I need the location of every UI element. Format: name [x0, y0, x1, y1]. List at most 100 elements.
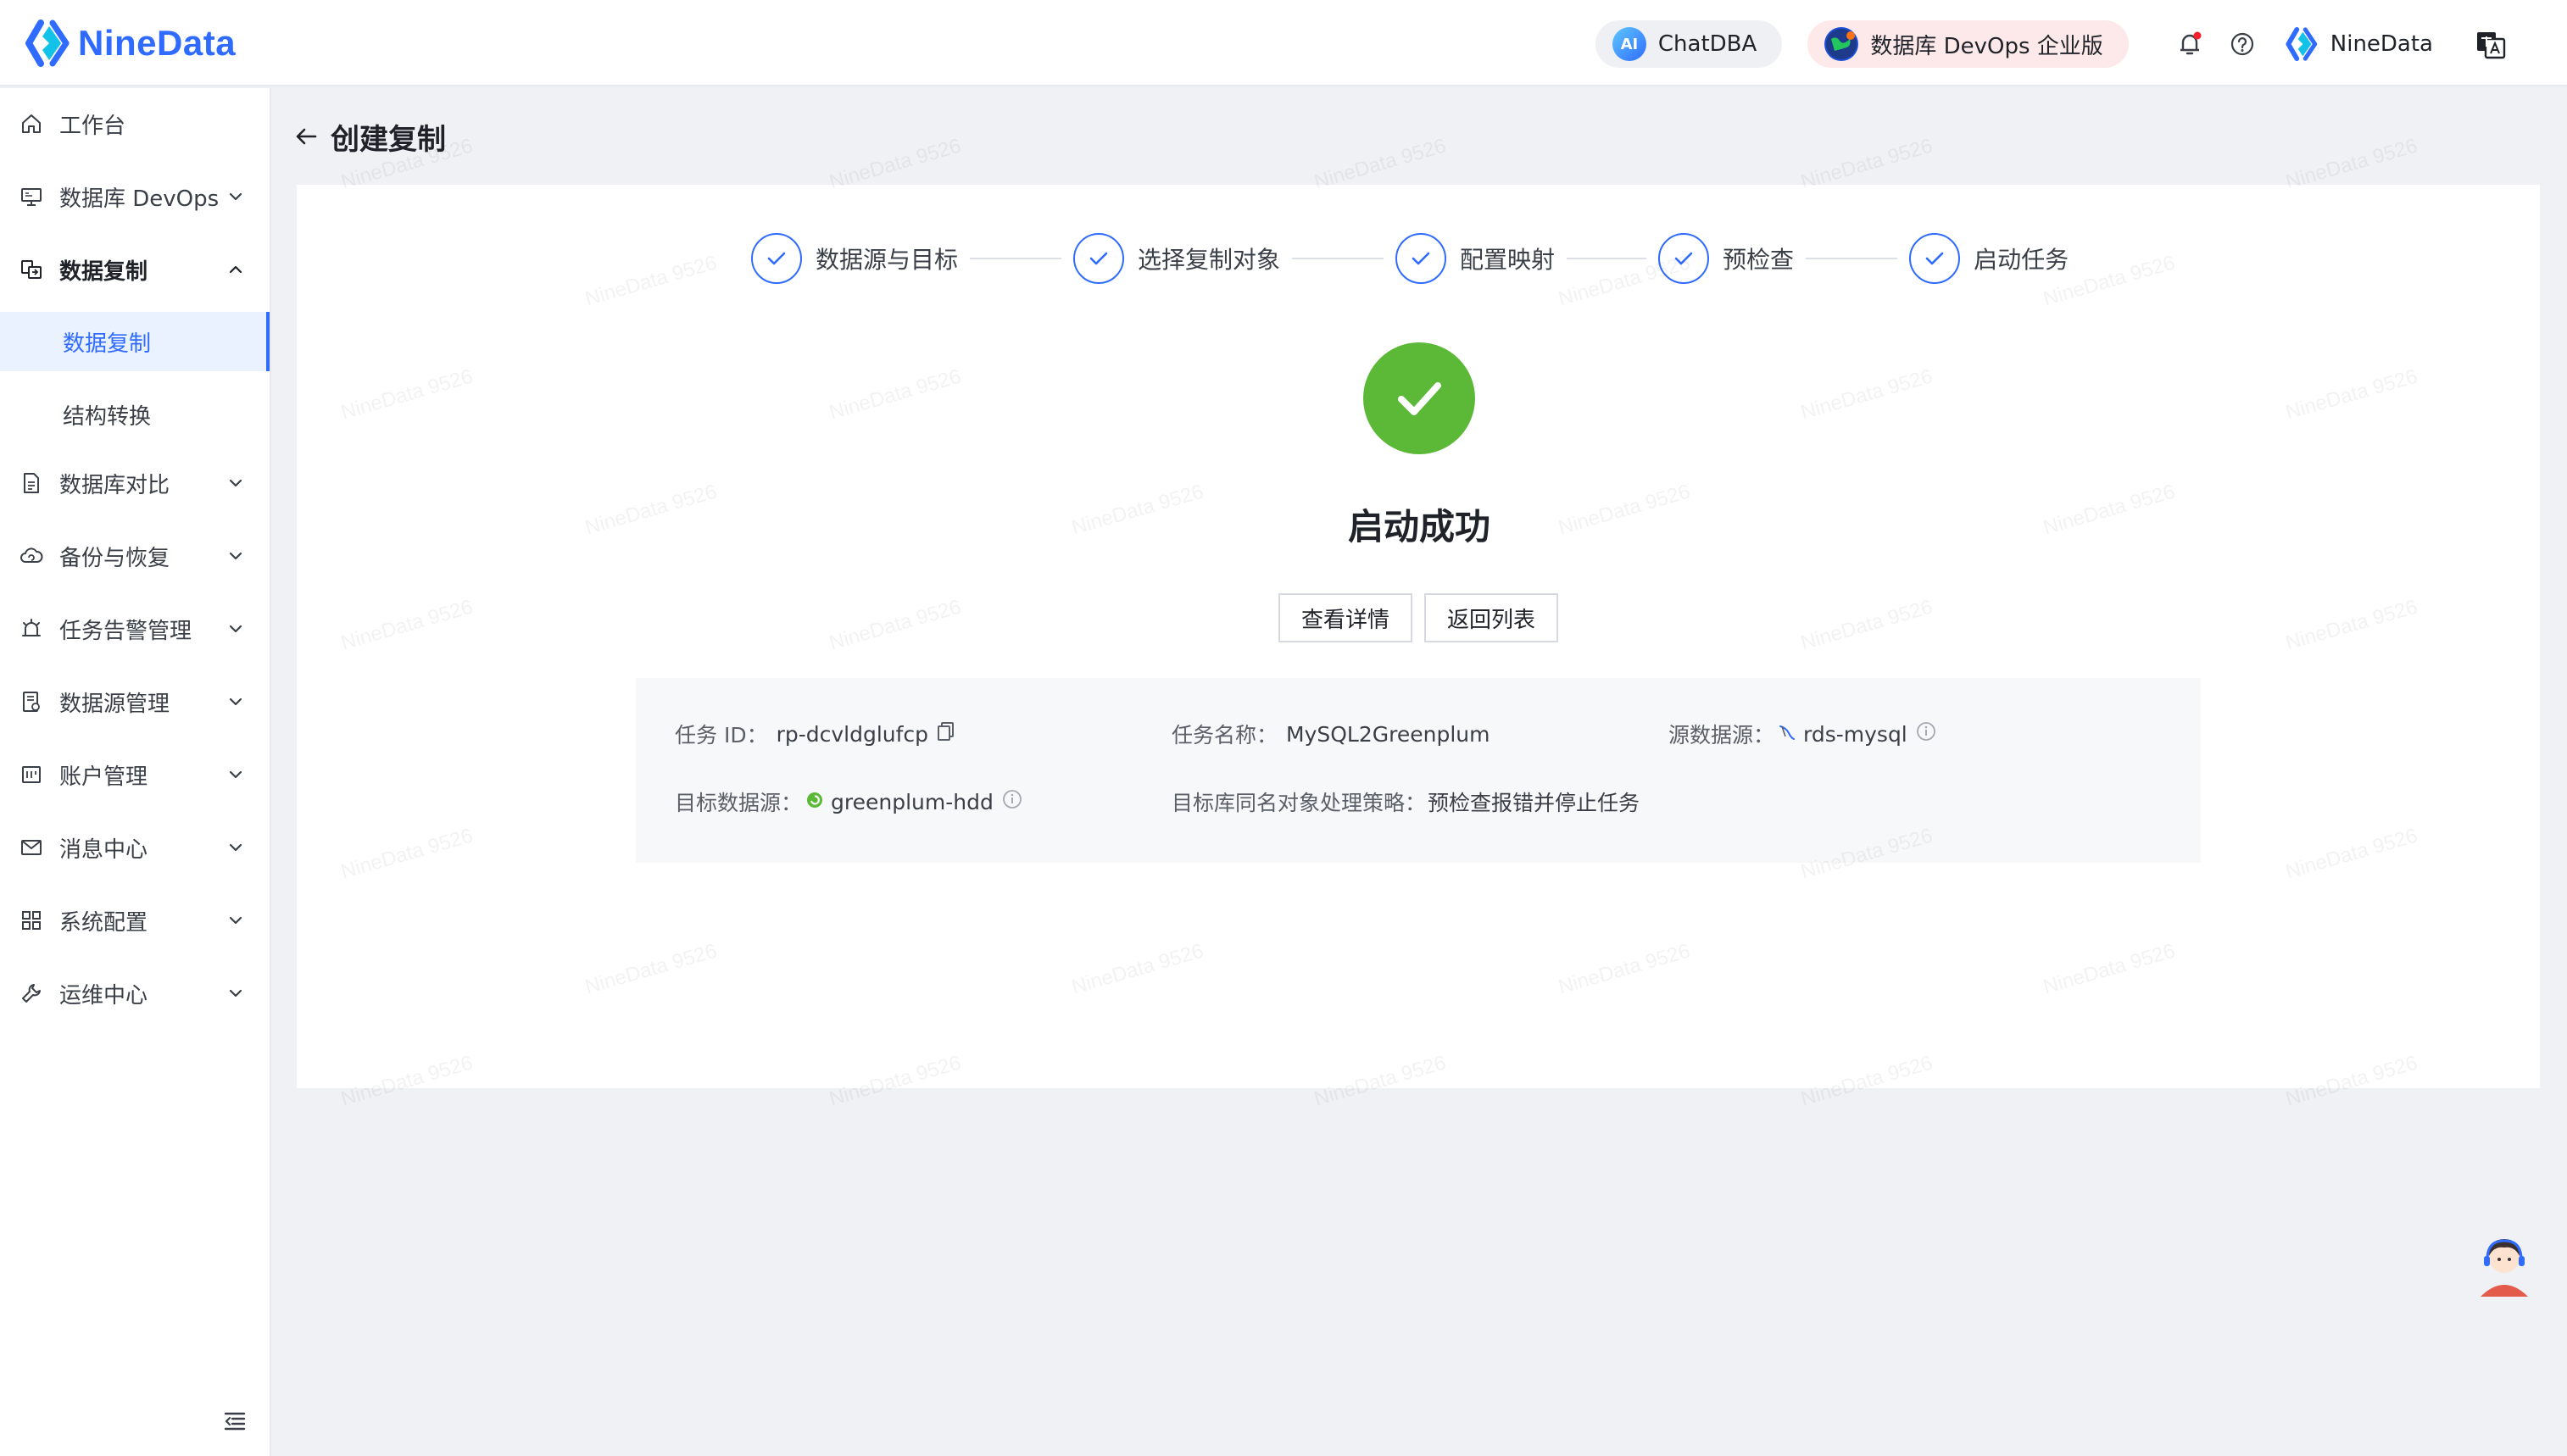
back-arrow-icon[interactable] [293, 124, 319, 149]
alarm-icon [19, 616, 44, 642]
policy-label: 目标库同名对象处理策略： [1172, 791, 1427, 815]
step-mapping: 配置映射 [1395, 233, 1555, 284]
app-logo[interactable]: NineData [25, 19, 236, 68]
sidebar-item-devops[interactable]: 数据库 DevOps [0, 171, 270, 222]
success-title: 启动成功 [1347, 506, 1490, 547]
support-agent-icon [2479, 1239, 2530, 1310]
step-label: 启动任务 [1974, 246, 2069, 274]
task-name-field: 任务名称： MySQL2Greenplum [1172, 717, 1490, 751]
sidebar-subitem-label: 数据复制 [63, 331, 152, 357]
step-datasource: 数据源与目标 [751, 233, 958, 284]
chevron-down-icon [226, 619, 246, 639]
chevron-down-icon [226, 546, 246, 566]
sidebar-item-replication[interactable]: 数据复制 [0, 244, 270, 295]
sidebar-item-account[interactable]: 账户管理 [0, 749, 270, 800]
user-logo-icon [2285, 26, 2319, 61]
info-icon[interactable] [1916, 721, 1936, 747]
sidebar-item-label: 工作台 [59, 113, 126, 139]
chatdba-label: ChatDBA [1657, 31, 1757, 57]
sidebar-item-workbench[interactable]: 工作台 [0, 98, 270, 149]
sidebar-item-label: 数据库 DevOps [59, 186, 220, 212]
sidebar-item-label: 账户管理 [59, 764, 148, 790]
step-check-icon [1658, 233, 1710, 284]
policy-value: 预检查报错并停止任务 [1428, 791, 1640, 815]
target-label: 目标数据源： [675, 791, 803, 815]
step-check-icon [1909, 233, 1961, 284]
chevron-down-icon [226, 692, 246, 712]
sidebar-item-system[interactable]: 系统配置 [0, 895, 270, 946]
step-precheck: 预检查 [1658, 233, 1794, 284]
task-id-value: rp-dcvldglufcp [776, 721, 929, 747]
step-connector [1292, 258, 1384, 259]
step-select-objects: 选择复制对象 [1073, 233, 1280, 284]
back-to-list-button[interactable]: 返回列表 [1424, 593, 1558, 642]
user-menu[interactable]: NineData [2285, 26, 2433, 61]
step-check-icon [1073, 233, 1125, 284]
chatdba-button[interactable]: AI ChatDBA [1595, 20, 1783, 68]
collapse-sidebar-icon[interactable] [222, 1409, 248, 1434]
account-icon [19, 762, 44, 787]
step-connector [1567, 258, 1647, 259]
notification-bell-icon[interactable] [2173, 27, 2207, 61]
logo-text: NineData [78, 23, 237, 63]
page-title: 创建复制 [331, 122, 446, 157]
sidebar-item-ops[interactable]: 运维中心 [0, 968, 270, 1019]
top-header: NineData AI ChatDBA 数据库 DevOps 企业版 NineD… [0, 0, 2567, 86]
step-check-icon [1395, 233, 1447, 284]
sidebar-item-label: 数据源管理 [59, 691, 170, 717]
sidebar-item-label: 系统配置 [59, 909, 148, 936]
steps-bar: 数据源与目标 选择复制对象 配置映射 预检查 启动任务 [751, 232, 2069, 285]
cloud-backup-icon [19, 543, 44, 569]
user-name: NineData [2330, 31, 2433, 57]
copy-icon[interactable] [937, 721, 955, 747]
mysql-icon [1778, 722, 1796, 747]
page-header: 创建复制 [293, 115, 446, 158]
home-icon [19, 111, 44, 136]
task-name-label: 任务名称： [1172, 723, 1278, 747]
chevron-down-icon [226, 186, 246, 207]
language-switch-icon[interactable] [2474, 27, 2508, 61]
view-details-button[interactable]: 查看详情 [1278, 593, 1412, 642]
sidebar-subitem-label: 结构转换 [63, 403, 152, 430]
ninedata-logo-icon [25, 19, 70, 67]
chevron-down-icon [226, 910, 246, 931]
ai-icon: AI [1612, 27, 1646, 61]
support-avatar-button[interactable] [2472, 1225, 2536, 1310]
monitor-icon [19, 184, 44, 209]
source-datasource-field: 源数据源： rds-mysql [1668, 717, 1936, 751]
sidebar-subitem-replication[interactable]: 数据复制 [0, 312, 270, 371]
task-id-field: 任务 ID： rp-dcvldglufcp [675, 717, 955, 751]
info-icon[interactable] [1002, 789, 1022, 814]
sidebar-item-label: 备份与恢复 [59, 545, 170, 571]
sidebar-item-label: 消息中心 [59, 836, 148, 863]
sidebar-subitem-schema-convert[interactable]: 结构转换 [0, 385, 270, 444]
step-connector [1806, 258, 1898, 259]
compare-icon [19, 470, 44, 496]
mail-icon [19, 835, 44, 860]
sidebar-item-datasource[interactable]: 数据源管理 [0, 676, 270, 727]
success-check-icon [1363, 342, 1475, 454]
sidebar-item-backup[interactable]: 备份与恢复 [0, 531, 270, 581]
target-value[interactable]: greenplum-hdd [831, 790, 994, 814]
help-icon[interactable] [2225, 27, 2259, 61]
step-start-task: 启动任务 [1909, 233, 2069, 284]
chevron-down-icon [226, 983, 246, 1003]
devops-label: 数据库 DevOps 企业版 [1870, 33, 2103, 59]
task-name-value: MySQL2Greenplum [1286, 721, 1490, 747]
step-label: 选择复制对象 [1138, 246, 1281, 274]
step-label: 配置映射 [1460, 246, 1556, 274]
chevron-down-icon [226, 837, 246, 858]
step-check-icon [751, 233, 802, 284]
chevron-up-icon [226, 259, 246, 280]
sidebar-item-compare[interactable]: 数据库对比 [0, 458, 270, 508]
grid-icon [19, 908, 44, 933]
sidebar-item-alarm[interactable]: 任务告警管理 [0, 603, 270, 654]
sidebar-item-label: 运维中心 [59, 982, 148, 1009]
header-actions: AI ChatDBA 数据库 DevOps 企业版 NineData [1595, 19, 2508, 69]
source-value[interactable]: rds-mysql [1803, 722, 1907, 747]
devops-enterprise-button[interactable]: 数据库 DevOps 企业版 [1807, 20, 2129, 68]
chevron-down-icon [226, 473, 246, 493]
sidebar-item-label: 数据库对比 [59, 472, 170, 498]
task-id-label: 任务 ID： [675, 723, 768, 747]
sidebar-item-messages[interactable]: 消息中心 [0, 822, 270, 873]
